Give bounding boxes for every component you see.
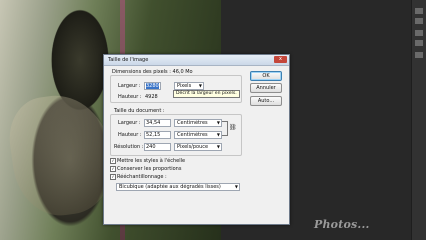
resample-checkbox[interactable]: ✓ [110, 174, 116, 180]
height-value: 4928 [145, 94, 158, 100]
tool-icon[interactable] [415, 18, 423, 24]
chain-link-icon: ⛓ [229, 124, 237, 131]
resample-label: Rééchantillonnage : [117, 174, 167, 180]
doc-height-unit-select[interactable]: Centimètres ▼ [174, 131, 222, 139]
scale-styles-checkbox[interactable]: ✓ [110, 158, 116, 164]
chevron-down-icon: ▼ [216, 120, 220, 125]
close-icon[interactable]: x [274, 56, 287, 63]
resolution-unit-select[interactable]: Pixels/pouce ▼ [174, 143, 222, 151]
chevron-down-icon: ▼ [198, 83, 202, 88]
tool-icon[interactable] [415, 40, 423, 46]
resample-method-select[interactable]: Bicubique (adaptée aux dégradés lisses) ▼ [116, 183, 240, 191]
width-unit-select[interactable]: Pixels ▼ [174, 82, 204, 90]
width-label: Largeur : [118, 83, 141, 89]
watermark-text: Photos... [314, 218, 370, 231]
dialog-titlebar[interactable]: Taille de l'image x [104, 55, 289, 66]
resolution-label: Résolution : [114, 144, 144, 150]
width-input[interactable]: 3280 [144, 82, 161, 90]
dialog-title: Taille de l'image [108, 57, 149, 63]
cancel-button[interactable]: Annuler [250, 83, 282, 93]
doc-height-input[interactable]: 52,15 [144, 131, 171, 139]
doc-width-input[interactable]: 34,54 [144, 119, 171, 127]
chevron-down-icon: ▼ [216, 132, 220, 137]
resolution-input[interactable]: 240 [144, 143, 171, 151]
chevron-down-icon: ▼ [234, 184, 238, 189]
doc-width-label: Largeur : [118, 120, 141, 126]
doc-width-unit-select[interactable]: Centimètres ▼ [174, 119, 222, 127]
chevron-down-icon: ▼ [216, 144, 220, 149]
proportion-link-bracket [222, 121, 228, 136]
scale-styles-label: Mettre les styles à l'échelle [117, 158, 186, 164]
tool-icon[interactable] [415, 52, 423, 58]
doc-height-label: Hauteur : [118, 132, 142, 138]
tool-icon[interactable] [415, 30, 423, 36]
tool-icon[interactable] [415, 8, 423, 14]
tooltip: Décrit la largeur en pixels. [173, 90, 240, 98]
height-label: Hauteur : [118, 94, 142, 100]
ok-button[interactable]: OK [250, 71, 282, 81]
tools-panel [411, 0, 426, 240]
constrain-proportions-label: Conserver les proportions [117, 166, 182, 172]
image-size-dialog: Taille de l'image x Dimensions des pixel… [103, 54, 290, 225]
constrain-proportions-checkbox[interactable]: ✓ [110, 166, 116, 172]
auto-button[interactable]: Auto... [250, 96, 282, 106]
